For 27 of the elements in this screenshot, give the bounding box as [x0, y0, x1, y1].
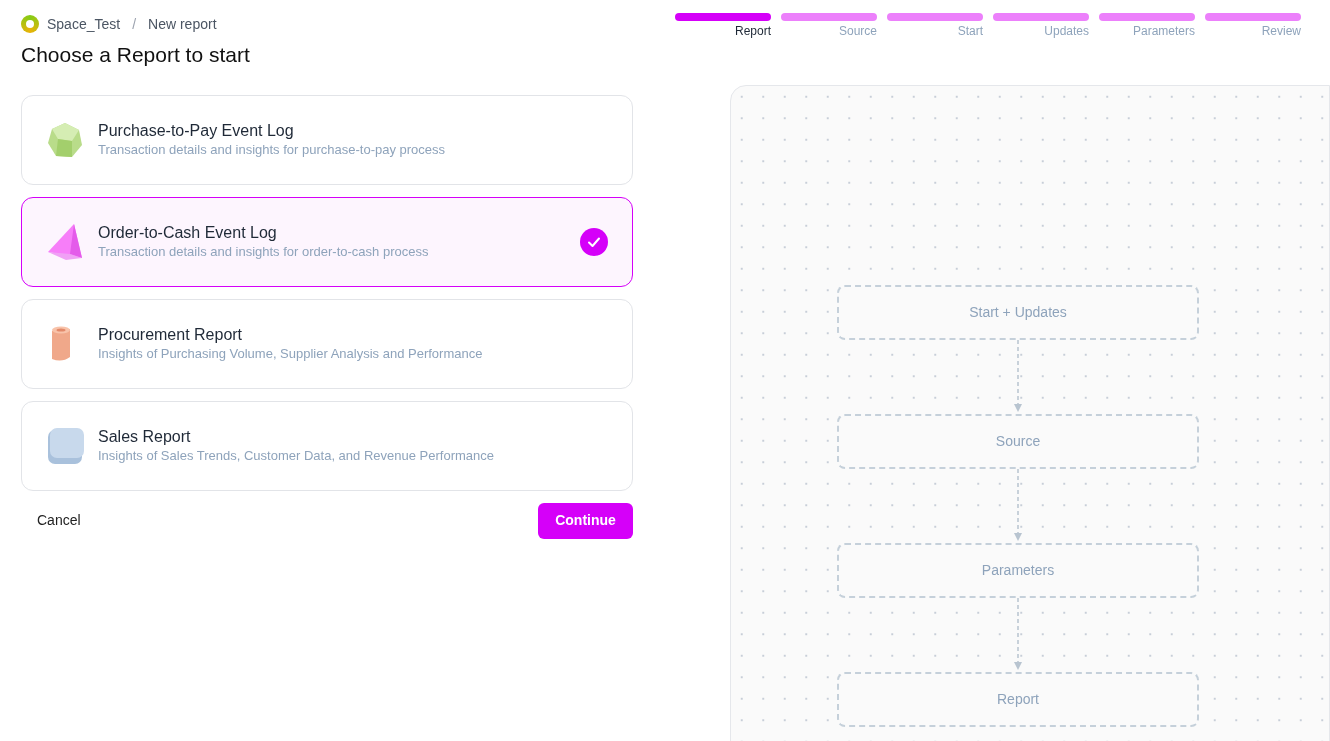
breadcrumb-current: New report	[148, 14, 217, 34]
report-title: Procurement Report	[98, 324, 244, 345]
flow-node: Report	[837, 672, 1199, 727]
report-card[interactable]: Procurement Report Insights of Purchasing Volume, Supplier Analysis and Performance	[21, 298, 633, 389]
space-logo-icon	[21, 15, 39, 33]
cube-icon	[46, 425, 86, 466]
breadcrumb-link[interactable]: Space_Test	[47, 13, 121, 35]
check-icon	[580, 227, 608, 256]
cancel-button[interactable]: Cancel	[21, 502, 97, 539]
report-description: Transaction details and insights for purchase-to-pay process	[98, 140, 447, 159]
step-label[interactable]: Report	[734, 24, 771, 39]
report-card[interactable]: Purchase-to-Pay Event Log Transaction details and insights for purchase-to-pay process	[21, 94, 633, 185]
report-description: Transaction details and insights for order-to-cash process	[98, 242, 430, 261]
report-card[interactable]: Sales Report Insights of Sales Trends, Customer Data, and Revenue Performance	[21, 400, 633, 491]
breadcrumb-separator: /	[131, 14, 138, 34]
flow-node: Source	[837, 414, 1199, 469]
report-description: Insights of Sales Trends, Customer Data, and Revenue Performance	[98, 446, 495, 465]
report-title: Order-to-Cash Event Log	[98, 222, 278, 243]
flow-node: Parameters	[837, 543, 1199, 598]
page-title: Choose a Report to start	[21, 42, 251, 68]
report-title: Purchase-to-Pay Event Log	[98, 120, 295, 141]
report-title: Sales Report	[98, 426, 192, 447]
report-description: Insights of Purchasing Volume, Supplier Analysis and Performance	[98, 344, 484, 363]
report-card[interactable]: Order-to-Cash Event Log Transaction details and insights for order-to-cash process	[21, 196, 633, 287]
continue-button[interactable]: Continue	[538, 502, 633, 539]
flow-node: Start + Updates	[837, 285, 1199, 340]
gem-icon	[46, 120, 84, 159]
